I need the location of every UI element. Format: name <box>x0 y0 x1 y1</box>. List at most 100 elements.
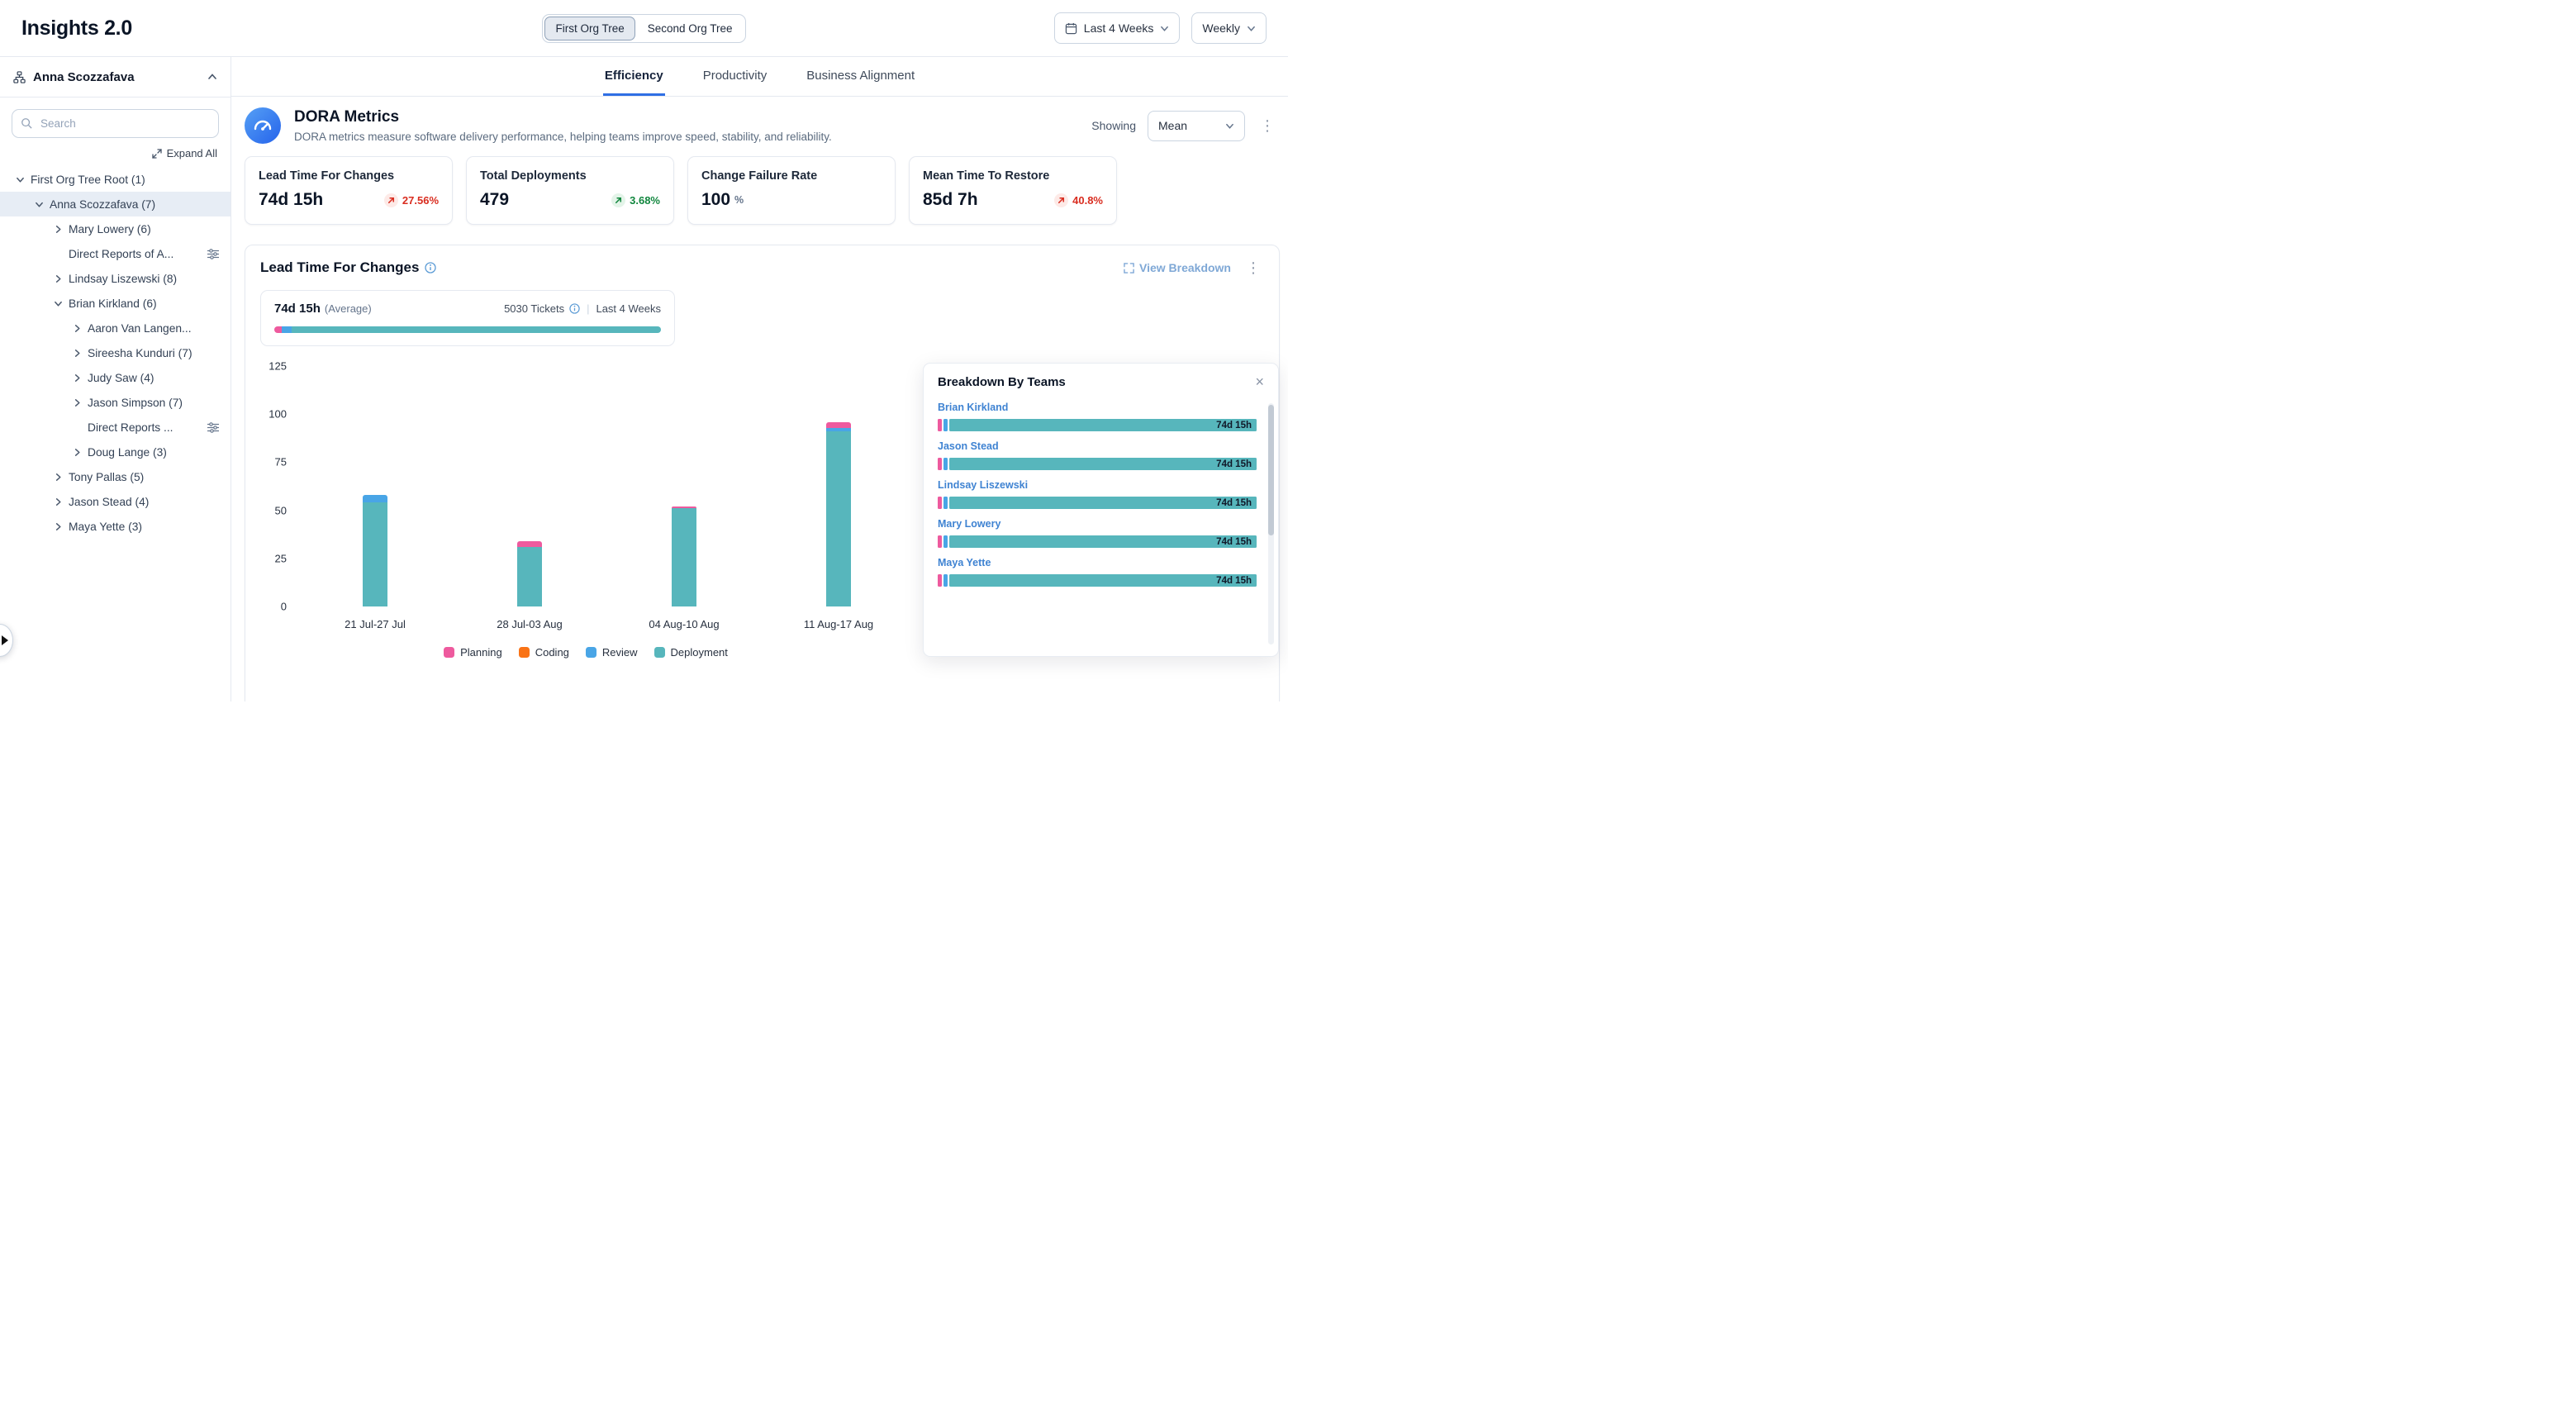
tree-item[interactable]: Aaron Van Langen... <box>0 316 231 340</box>
org-tree-option-second-org-tree[interactable]: Second Org Tree <box>637 17 744 40</box>
breakdown-segment-review <box>943 458 948 470</box>
breakdown-bar: 74d 15h <box>938 458 1257 470</box>
breakdown-segment-deployment: 74d 15h <box>949 458 1257 470</box>
info-icon[interactable] <box>569 303 580 314</box>
metric-delta-value: 3.68% <box>630 194 660 207</box>
chevron-right-icon[interactable] <box>51 473 65 482</box>
calendar-icon <box>1065 22 1077 35</box>
summary-period: Last 4 Weeks <box>596 302 661 315</box>
lead-time-chart-card: Lead Time For Changes View Breakdown ⋮ <box>245 245 1280 702</box>
breakdown-row: Lindsay Liszewski 74d 15h <box>938 478 1257 509</box>
chevron-right-icon[interactable] <box>70 448 84 457</box>
dora-section-description: DORA metrics measure software delivery p… <box>294 131 832 143</box>
tree-item-label: Jason Simpson (7) <box>88 397 183 409</box>
x-axis-label: 28 Jul-03 Aug <box>497 618 563 630</box>
chevron-down-icon[interactable] <box>13 175 27 184</box>
chart-bar[interactable] <box>672 507 696 606</box>
breakdown-bar: 74d 15h <box>938 497 1257 509</box>
chart-bar[interactable] <box>363 495 387 606</box>
breakdown-team-link[interactable]: Maya Yette <box>938 557 991 568</box>
bar-segment-review <box>363 495 387 502</box>
tree-item[interactable]: Tony Pallas (5) <box>0 464 231 489</box>
date-range-select[interactable]: Last 4 Weeks <box>1054 12 1181 44</box>
tree-item[interactable]: Lindsay Liszewski (8) <box>0 266 231 291</box>
legend-item-coding[interactable]: Coding <box>519 646 569 659</box>
tree-item[interactable]: Doug Lange (3) <box>0 440 231 464</box>
tree-item[interactable]: Direct Reports ... <box>0 415 231 440</box>
tree-item[interactable]: Judy Saw (4) <box>0 365 231 390</box>
org-tree-option-first-org-tree[interactable]: First Org Tree <box>544 17 634 40</box>
breakdown-row: Brian Kirkland74d 15h <box>938 400 1257 431</box>
chevron-right-icon[interactable] <box>70 349 84 358</box>
legend-item-planning[interactable]: Planning <box>444 646 502 659</box>
breakdown-team-link[interactable]: Mary Lowery <box>938 518 1000 530</box>
expand-all-button[interactable]: Expand All <box>0 140 231 164</box>
tree-item[interactable]: Anna Scozzafava (7) <box>0 192 231 216</box>
filter-icon[interactable] <box>207 422 219 433</box>
y-axis-tick: 50 <box>275 504 287 516</box>
legend-item-review[interactable]: Review <box>586 646 638 659</box>
chevron-right-icon[interactable] <box>70 398 84 407</box>
tree-item[interactable]: Direct Reports of A... <box>0 241 231 266</box>
chevron-down-icon <box>1160 24 1169 33</box>
breakdown-team-link[interactable]: Jason Stead <box>938 440 999 452</box>
x-axis-label: 21 Jul-27 Jul <box>345 618 406 630</box>
chevron-down-icon[interactable] <box>32 200 46 209</box>
metric-card-title: Mean Time To Restore <box>923 169 1103 183</box>
tab-productivity[interactable]: Productivity <box>701 57 769 96</box>
dora-logo-icon <box>245 107 281 144</box>
breakdown-segment-deployment: 74d 15h <box>949 535 1257 548</box>
metric-card-value: 74d 15h <box>259 190 323 210</box>
sidebar-expand-handle[interactable] <box>0 624 13 657</box>
chevron-right-icon[interactable] <box>70 324 84 333</box>
tree-item-label: First Org Tree Root (1) <box>31 174 145 186</box>
granularity-select[interactable]: Weekly <box>1191 12 1267 44</box>
close-icon[interactable]: × <box>1252 374 1267 389</box>
scrollbar-thumb[interactable] <box>1268 405 1274 535</box>
app-header: Insights 2.0 First Org TreeSecond Org Tr… <box>0 0 1288 57</box>
chevron-right-icon[interactable] <box>51 225 65 234</box>
legend-swatch <box>519 647 530 658</box>
x-axis: 21 Jul-27 Jul28 Jul-03 Aug04 Aug-10 Aug1… <box>298 606 926 635</box>
main-content: Efficiency Productivity Business Alignment… <box>231 57 1288 702</box>
tree-item[interactable]: First Org Tree Root (1) <box>0 167 231 192</box>
dora-menu-icon[interactable]: ⋮ <box>1257 118 1278 133</box>
tree-item[interactable]: Brian Kirkland (6) <box>0 291 231 316</box>
chart-bar[interactable] <box>517 541 542 606</box>
chevron-up-icon[interactable] <box>207 72 217 82</box>
breakdown-team-link[interactable]: Brian Kirkland <box>938 402 1008 413</box>
tree-item[interactable]: Mary Lowery (6) <box>0 216 231 241</box>
filter-icon[interactable] <box>207 249 219 259</box>
tree-item-label: Mary Lowery (6) <box>69 223 151 235</box>
tree-item[interactable]: Sireesha Kunduri (7) <box>0 340 231 365</box>
chevron-down-icon <box>1247 24 1256 33</box>
breakdown-team-link[interactable]: Lindsay Liszewski <box>938 479 1028 491</box>
tree-item-label: Aaron Van Langen... <box>88 322 192 335</box>
tree-item[interactable]: Maya Yette (3) <box>0 514 231 539</box>
chevron-right-icon[interactable] <box>51 522 65 531</box>
chevron-right-icon[interactable] <box>51 274 65 283</box>
chart-summary: 74d 15h (Average) 5030 Tickets | Last 4 … <box>260 290 675 346</box>
info-icon[interactable] <box>425 262 436 273</box>
chevron-down-icon[interactable] <box>51 299 65 308</box>
chart-menu-icon[interactable]: ⋮ <box>1243 260 1264 275</box>
tab-business-alignment[interactable]: Business Alignment <box>805 57 916 96</box>
tree-item[interactable]: Jason Simpson (7) <box>0 390 231 415</box>
expand-all-label: Expand All <box>167 147 217 159</box>
view-breakdown-button[interactable]: View Breakdown <box>1124 261 1231 274</box>
metric-card-title: Total Deployments <box>480 169 660 183</box>
aggregation-select[interactable]: Mean <box>1148 111 1245 141</box>
chevron-right-icon[interactable] <box>70 373 84 383</box>
bar-segment-deployment <box>672 508 696 606</box>
legend-item-deployment[interactable]: Deployment <box>654 646 728 659</box>
tab-efficiency[interactable]: Efficiency <box>603 57 665 96</box>
chart-bar[interactable] <box>826 422 851 606</box>
metric-card-value-row: 74d 15h27.56% <box>259 190 439 210</box>
breakdown-row: Mary Lowery 74d 15h <box>938 516 1257 548</box>
chevron-right-icon[interactable] <box>51 497 65 507</box>
dora-section-title: DORA Metrics <box>294 108 832 126</box>
scrollbar[interactable] <box>1268 403 1274 644</box>
search-input[interactable] <box>12 109 219 138</box>
tree-item[interactable]: Jason Stead (4) <box>0 489 231 514</box>
metric-delta: 3.68% <box>611 193 660 207</box>
